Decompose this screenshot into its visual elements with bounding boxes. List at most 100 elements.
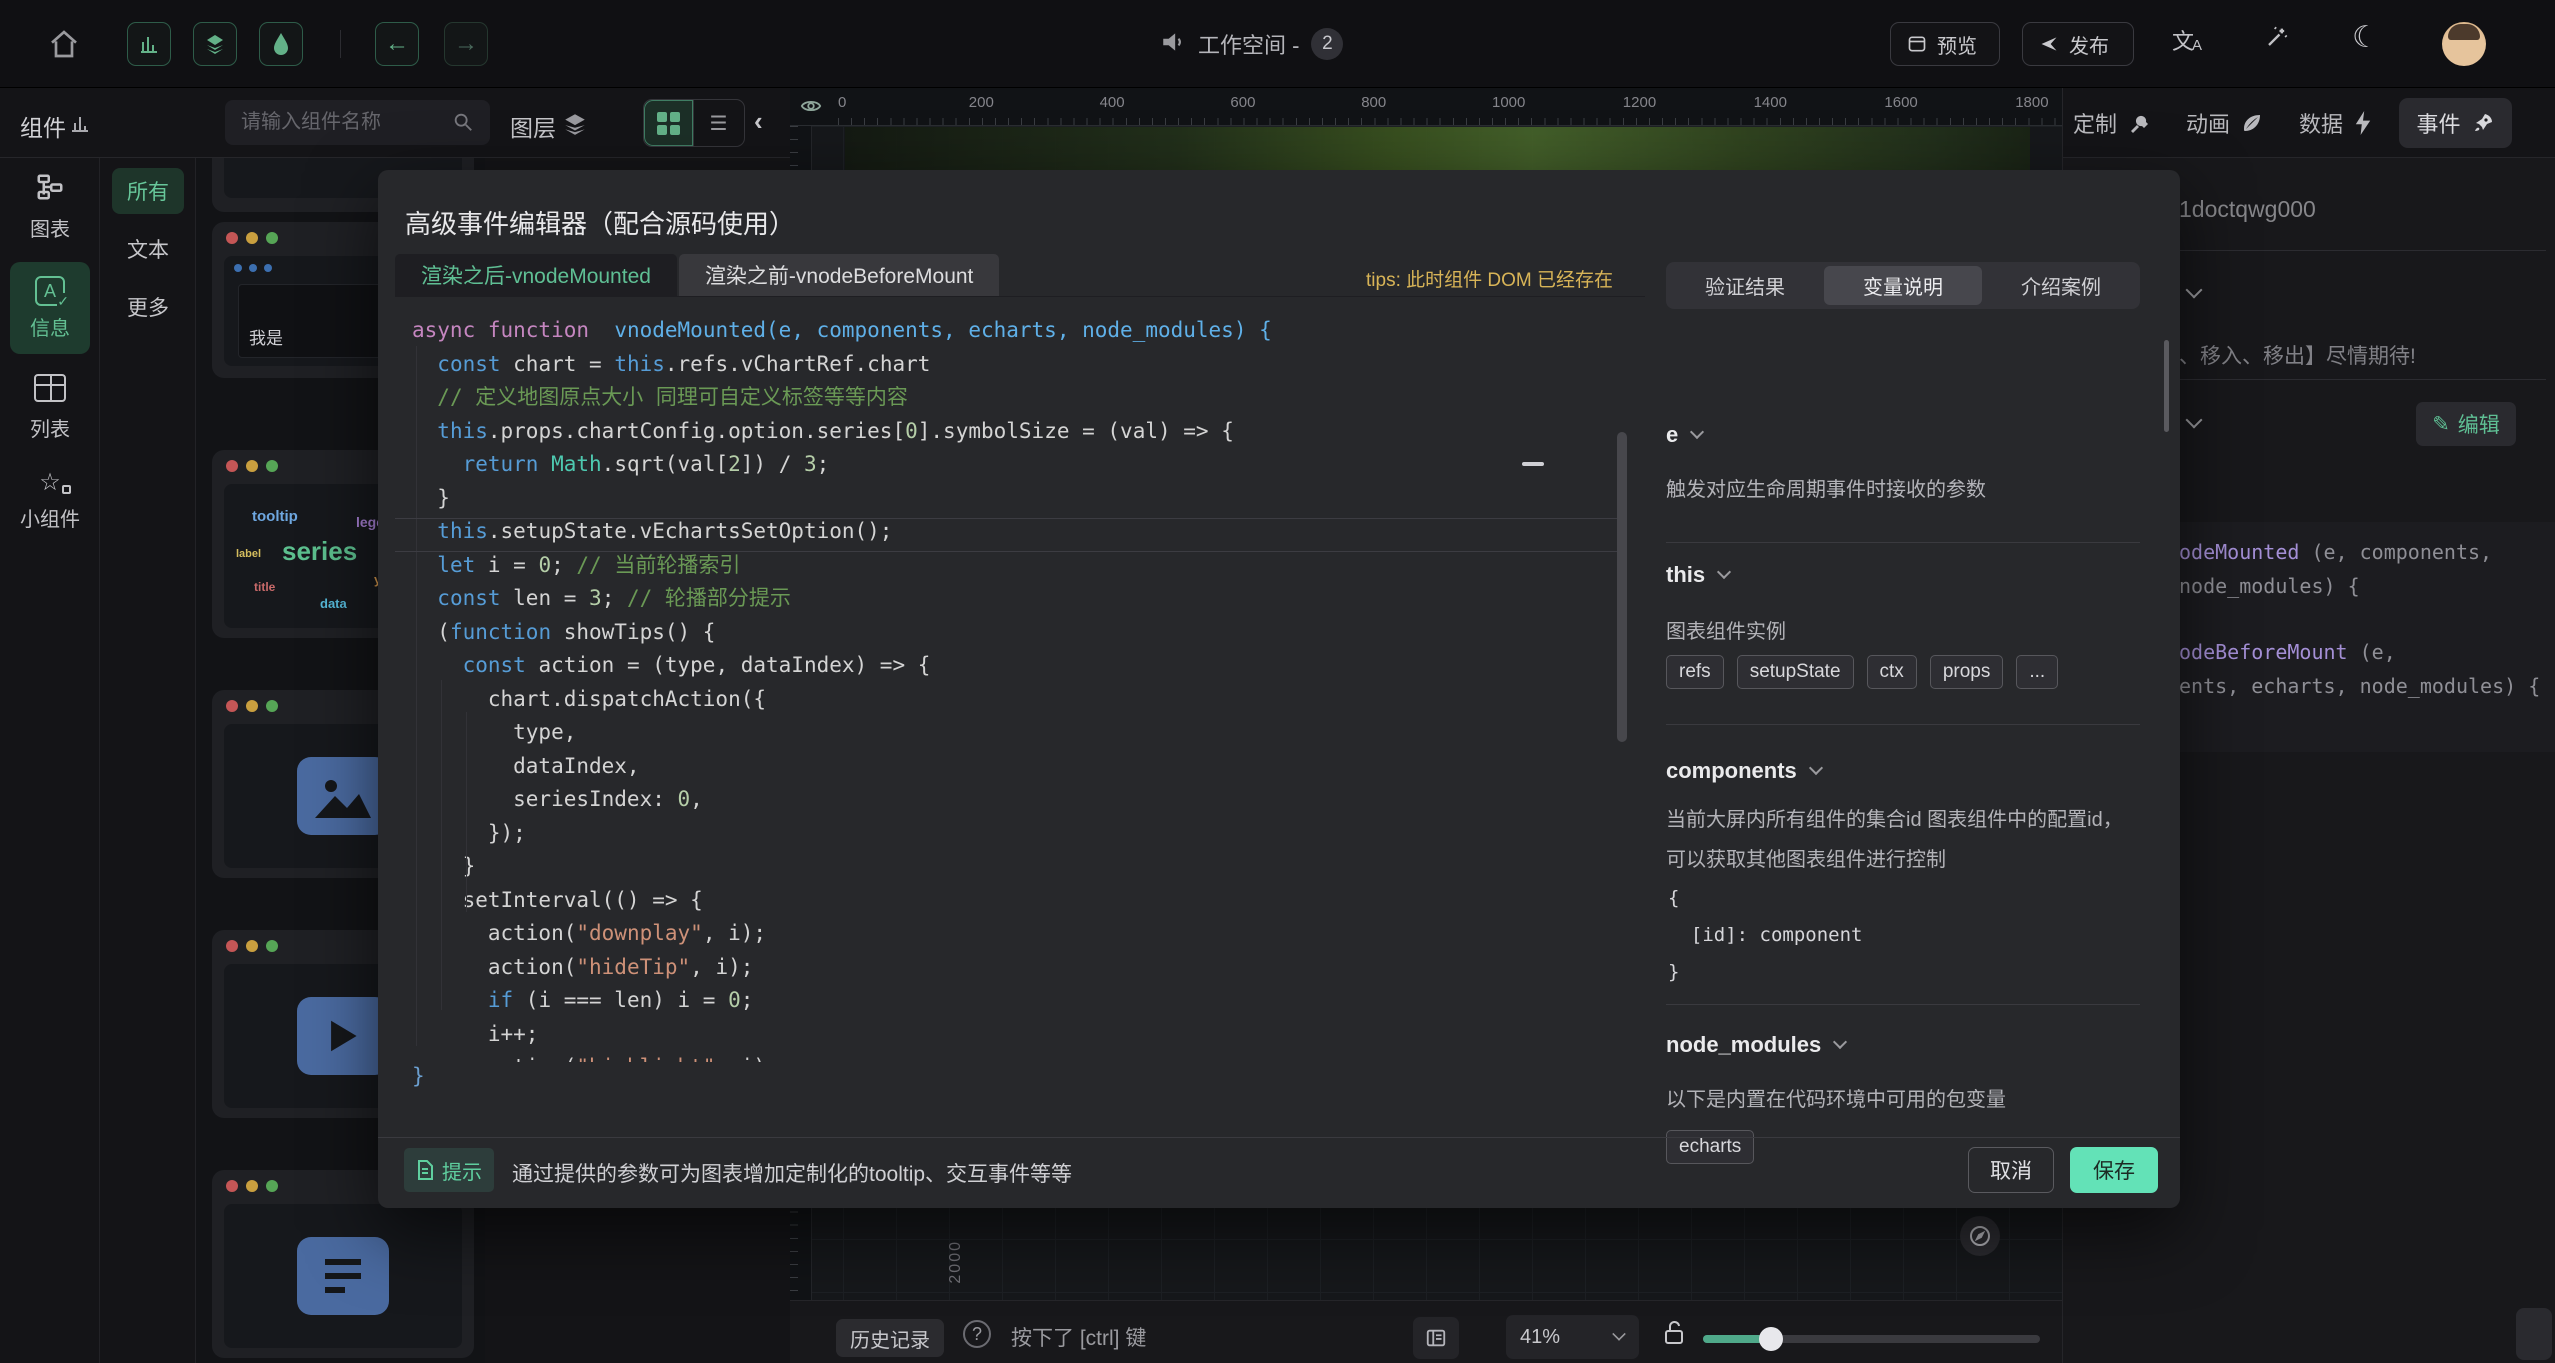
ruler-number: 1400 <box>1754 94 1787 111</box>
zoom-select[interactable]: 41% <box>1506 1315 1639 1359</box>
play-icon <box>297 997 389 1075</box>
editor-scrollbar[interactable] <box>1617 432 1627 742</box>
doc-section-node-modules[interactable]: node_modules <box>1666 1032 1845 1058</box>
edit-button[interactable]: ✎ 编辑 <box>2416 402 2516 446</box>
grid-view-button[interactable] <box>644 100 694 146</box>
list-view-button[interactable]: ☰ <box>694 100 744 146</box>
ruler-number: 400 <box>1100 94 1125 111</box>
tab-customize[interactable]: 定制 <box>2073 88 2151 158</box>
doc-divider <box>1666 724 2140 725</box>
chevron-down-icon[interactable] <box>2186 282 2203 299</box>
zoom-value: 41% <box>1520 1326 1560 1349</box>
lifecycle-tabs: 渲染之后-vnodeMounted 渲染之前-vnodeBeforeMount <box>395 254 999 296</box>
help-icon[interactable]: ? <box>963 1320 991 1348</box>
slider-thumb[interactable] <box>1759 1327 1783 1351</box>
rail-item-charts[interactable]: 图表 <box>0 172 100 242</box>
preview-button[interactable]: 预览 <box>1890 22 2000 66</box>
rail-item-widgets[interactable]: ☆ 小组件 <box>0 468 100 532</box>
docs-tab-examples[interactable]: 介绍案例 <box>1982 262 2140 309</box>
rail-item-list[interactable]: 列表 <box>0 374 100 442</box>
node-modules-chips: echarts <box>1666 1130 1754 1164</box>
rocket-icon <box>2471 111 2495 135</box>
chip[interactable]: ctx <box>1867 655 1917 689</box>
panel-scroll-handle[interactable] <box>2516 1308 2552 1360</box>
leaf-icon <box>2240 111 2264 135</box>
chevron-down-icon[interactable] <box>2186 412 2203 429</box>
compass-button[interactable] <box>1960 1216 2000 1256</box>
lock-icon[interactable] <box>1662 1319 1686 1352</box>
map-component-preview[interactable] <box>845 127 2030 171</box>
doc-section-e[interactable]: e <box>1666 422 1702 448</box>
search-icon[interactable] <box>452 111 474 138</box>
footer-message: 通过提供的参数可为图表增加定制化的tooltip、交互事件等等 <box>512 1158 1072 1188</box>
key-hint: 按下了 [ctrl] 键 <box>1011 1322 1146 1352</box>
tab-events[interactable]: 事件 <box>2399 98 2512 148</box>
star-widget-icon: ☆ <box>39 469 61 496</box>
chip[interactable]: setupState <box>1737 655 1854 689</box>
eye-icon[interactable] <box>798 95 824 122</box>
cancel-button[interactable]: 取消 <box>1968 1147 2054 1193</box>
chip[interactable]: echarts <box>1666 1130 1754 1164</box>
closing-brace: } <box>395 1064 425 1088</box>
home-icon[interactable] <box>48 28 80 60</box>
tabs-underline <box>395 296 1645 297</box>
category-tab-text[interactable]: 文本 <box>100 234 196 264</box>
doc-desc-this: 图表组件实例 <box>1666 612 2140 652</box>
workspace-title: 工作空间 - <box>1198 28 1299 60</box>
cloud-word: data <box>320 596 347 611</box>
search-input[interactable] <box>225 100 490 145</box>
chart-tool-button[interactable] <box>127 22 171 66</box>
workspace-title-group: 工作空间 - 2 <box>1160 0 1343 88</box>
tools-icon <box>2127 111 2151 135</box>
brush-tool-button[interactable] <box>259 22 303 66</box>
doc-divider <box>1666 1004 2140 1005</box>
history-button[interactable]: 历史记录 <box>836 1319 944 1357</box>
ruler-number: 1000 <box>1492 94 1525 111</box>
view-toggle: ☰ <box>643 99 745 147</box>
category-tab-all[interactable]: 所有 <box>112 168 184 214</box>
tab-vnode-before-mount[interactable]: 渲染之前-vnodeBeforeMount <box>679 254 999 296</box>
save-button[interactable]: 保存 <box>2070 1147 2158 1193</box>
document-icon <box>416 1160 434 1180</box>
publish-button[interactable]: 发布 <box>2022 22 2134 66</box>
tab-data[interactable]: 数据 <box>2299 88 2373 158</box>
modal-title: 高级事件编辑器（配合源码使用） <box>405 204 795 241</box>
docs-tabs: 验证结果 变量说明 介绍案例 <box>1666 262 2140 309</box>
tips-text: tips: 此时组件 DOM 已经存在 <box>1366 265 1613 292</box>
vertical-ruler-label: 2000 <box>947 1240 965 1284</box>
tab-vnode-mounted[interactable]: 渲染之后-vnodeMounted <box>395 254 677 296</box>
rail-item-info[interactable]: A✓ 信息 <box>10 262 90 354</box>
redo-button[interactable]: → <box>444 22 488 66</box>
events-teaser: 、移入、移出】尽情期待! <box>2179 340 2416 370</box>
code-editor[interactable]: async function vnodeMounted(e, component… <box>395 300 1645 1062</box>
collapse-panel-icon[interactable]: ‹ <box>754 106 763 137</box>
doc-divider <box>1666 542 2140 543</box>
docs-scrollbar[interactable] <box>2164 340 2169 432</box>
table-icon <box>34 374 66 402</box>
layers-tool-button[interactable] <box>193 22 237 66</box>
cloud-word: title <box>254 580 275 594</box>
doc-section-components[interactable]: components <box>1666 758 1821 784</box>
panel-toggle-button[interactable] <box>1413 1317 1459 1359</box>
zoom-slider[interactable] <box>1703 1335 2040 1343</box>
magic-wand-icon[interactable] <box>2262 24 2290 52</box>
layers-icon <box>562 111 588 142</box>
tab-animation[interactable]: 动画 <box>2186 88 2264 158</box>
docs-tab-validation[interactable]: 验证结果 <box>1666 262 1824 309</box>
ruler-number: 1600 <box>1884 94 1917 111</box>
avatar[interactable] <box>2442 22 2486 66</box>
event-editor-modal: 高级事件编辑器（配合源码使用） 渲染之后-vnodeMounted 渲染之前-v… <box>378 170 2180 1208</box>
undo-button[interactable]: ← <box>375 22 419 66</box>
tip-badge: 提示 <box>404 1148 494 1192</box>
text-info-icon: A✓ <box>35 276 65 306</box>
dark-mode-icon[interactable]: ☾ <box>2352 20 2379 55</box>
docs-tab-variables[interactable]: 变量说明 <box>1824 266 1982 305</box>
doc-section-this[interactable]: this <box>1666 562 1729 588</box>
language-icon[interactable]: 文A <box>2172 24 2204 56</box>
category-tab-more[interactable]: 更多 <box>100 292 196 322</box>
chip[interactable]: ... <box>2016 655 2058 689</box>
category-tabs: 所有 文本 更多 <box>100 158 196 1363</box>
chip[interactable]: props <box>1930 655 2004 689</box>
editor-marker <box>1522 462 1544 466</box>
chip[interactable]: refs <box>1666 655 1724 689</box>
